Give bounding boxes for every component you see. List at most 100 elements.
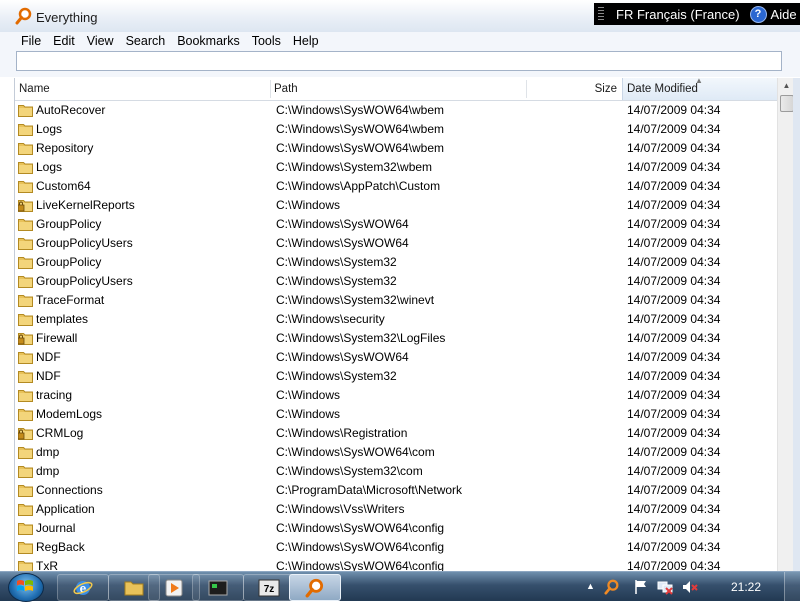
menu-file[interactable]: File: [15, 34, 47, 48]
taskbar-internet-explorer[interactable]: e: [57, 574, 109, 601]
table-row[interactable]: AutoRecover C:\Windows\SysWOW64\wbem 14/07…: [15, 101, 777, 120]
help-icon[interactable]: ?: [749, 5, 767, 23]
folder-icon: [18, 485, 33, 497]
cell-path: C:\Windows\AppPatch\Custom: [276, 179, 441, 193]
table-row[interactable]: tracing C:\Windows 14/07/2009 04:34: [15, 386, 777, 405]
cell-path: C:\Windows\SysWOW64: [276, 236, 409, 250]
folder-icon: [18, 276, 33, 288]
title-bar: Everything FR Français (France) ? Aide: [0, 0, 800, 33]
clock[interactable]: 21:22: [731, 580, 761, 594]
table-row[interactable]: templates C:\Windows\security 14/07/2009 0…: [15, 310, 777, 329]
tray-expand-icon[interactable]: ▲: [586, 581, 595, 591]
cell-path: C:\Windows: [276, 198, 341, 212]
cell-date-modified: 14/07/2009 04:34: [627, 141, 721, 155]
menu-bookmarks[interactable]: Bookmarks: [171, 34, 246, 48]
menu-search[interactable]: Search: [120, 34, 172, 48]
cell-date-modified: 14/07/2009 04:34: [627, 426, 721, 440]
language-bar[interactable]: FR Français (France) ? Aide: [594, 3, 800, 25]
column-header-path[interactable]: Path: [274, 78, 524, 100]
volume-muted-icon[interactable]: [682, 579, 698, 595]
cell-date-modified: 14/07/2009 04:34: [627, 483, 721, 497]
cell-path: C:\Windows\SysWOW64: [276, 217, 409, 231]
table-row[interactable]: Logs C:\Windows\SysWOW64\wbem 14/07/2009 0…: [15, 120, 777, 139]
table-row[interactable]: NDF C:\Windows\System32 14/07/2009 04:34: [15, 367, 777, 386]
cell-date-modified: 14/07/2009 04:34: [627, 274, 721, 288]
vertical-scrollbar[interactable]: ▲: [777, 78, 794, 571]
folder-icon: [18, 390, 33, 402]
cell-date-modified: 14/07/2009 04:34: [627, 198, 721, 212]
cell-path: C:\ProgramData\Microsoft\Network: [276, 483, 463, 497]
terminal-icon: [208, 580, 228, 595]
cell-date-modified: 14/07/2009 04:34: [627, 293, 721, 307]
cell-path: C:\Windows\System32: [276, 274, 397, 288]
cell-name: RegBack: [36, 540, 85, 554]
help-label[interactable]: Aide: [771, 7, 797, 22]
table-row[interactable]: Logs C:\Windows\System32\wbem 14/07/2009 0…: [15, 158, 777, 177]
language-bar-grip[interactable]: [598, 7, 604, 21]
locked-folder-icon: [18, 200, 33, 212]
column-header-size[interactable]: Size: [527, 78, 617, 100]
folder-icon: [18, 409, 33, 421]
folder-icon: [18, 447, 33, 459]
table-row[interactable]: LiveKernelReports C:\Windows 14/07/2009 04…: [15, 196, 777, 215]
cell-name: NDF: [36, 369, 61, 383]
folder-icon: [18, 542, 33, 554]
cell-path: C:\Windows\SysWOW64\config: [276, 540, 445, 554]
table-row[interactable]: GroupPolicy C:\Windows\System32 14/07/2009…: [15, 253, 777, 272]
table-row[interactable]: GroupPolicy C:\Windows\SysWOW64 14/07/2009…: [15, 215, 777, 234]
everything-tray-icon[interactable]: [604, 579, 620, 595]
table-row[interactable]: dmp C:\Windows\SysWOW64\com 14/07/2009 04:…: [15, 443, 777, 462]
menu-tools[interactable]: Tools: [246, 34, 287, 48]
scrollbar-thumb[interactable]: [780, 95, 794, 112]
column-divider[interactable]: [270, 80, 271, 98]
cell-date-modified: 14/07/2009 04:34: [627, 312, 721, 326]
language-selector[interactable]: FR Français (France): [616, 7, 740, 22]
taskbar-7zip[interactable]: 7z: [243, 574, 295, 601]
cell-date-modified: 14/07/2009 04:34: [627, 255, 721, 269]
folder-icon: [18, 314, 33, 326]
cell-name: Logs: [36, 122, 63, 136]
cell-date-modified: 14/07/2009 04:34: [627, 559, 721, 571]
cell-name: GroupPolicy: [36, 217, 102, 231]
table-row[interactable]: Journal C:\Windows\SysWOW64\config 14/07/2…: [15, 519, 777, 538]
show-desktop-button[interactable]: [784, 572, 800, 601]
table-row[interactable]: CRMLog C:\Windows\Registration 14/07/2009 …: [15, 424, 777, 443]
taskbar-everything[interactable]: [289, 574, 341, 601]
cell-name: templates: [36, 312, 89, 326]
folder-icon: [18, 143, 33, 155]
table-row[interactable]: TraceFormat C:\Windows\System32\winevt 14/…: [15, 291, 777, 310]
table-row[interactable]: Custom64 C:\Windows\AppPatch\Custom 14/07/…: [15, 177, 777, 196]
cell-date-modified: 14/07/2009 04:34: [627, 369, 721, 383]
windows-logo-icon: [17, 580, 33, 591]
table-row[interactable]: Firewall C:\Windows\System32\LogFiles 14/0…: [15, 329, 777, 348]
taskbar: e 7z ▲ 21:22: [0, 571, 800, 602]
menu-help[interactable]: Help: [287, 34, 325, 48]
folder-icon: [18, 371, 33, 383]
menu-view[interactable]: View: [81, 34, 120, 48]
scroll-up-arrow-icon[interactable]: ▲: [778, 78, 794, 94]
cell-path: C:\Windows\System32: [276, 255, 397, 269]
sort-ascending-icon: ▲: [695, 78, 703, 85]
cell-name: Logs: [36, 160, 63, 174]
table-row[interactable]: dmp C:\Windows\System32\com 14/07/2009 04:…: [15, 462, 777, 481]
cell-date-modified: 14/07/2009 04:34: [627, 236, 721, 250]
column-header-name[interactable]: Name: [19, 78, 269, 100]
table-row[interactable]: ModemLogs C:\Windows 14/07/2009 04:34: [15, 405, 777, 424]
search-input[interactable]: [16, 51, 782, 71]
menu-edit[interactable]: Edit: [47, 34, 81, 48]
cell-path: C:\Windows\System32\winevt: [276, 293, 435, 307]
network-icon[interactable]: [657, 579, 673, 595]
cell-name: GroupPolicyUsers: [36, 236, 133, 250]
cell-date-modified: 14/07/2009 04:34: [627, 160, 721, 174]
table-row[interactable]: RegBack C:\Windows\SysWOW64\config 14/07/2…: [15, 538, 777, 557]
table-row[interactable]: Application C:\Windows\Vss\Writers 14/07/2…: [15, 500, 777, 519]
table-row[interactable]: NDF C:\Windows\SysWOW64 14/07/2009 04:34: [15, 348, 777, 367]
table-row[interactable]: TxR C:\Windows\SysWOW64\config 14/07/2009 …: [15, 557, 777, 571]
table-row[interactable]: GroupPolicyUsers C:\Windows\System32 14/07…: [15, 272, 777, 291]
table-row[interactable]: Connections C:\ProgramData\Microsoft\Netw…: [15, 481, 777, 500]
table-row[interactable]: GroupPolicyUsers C:\Windows\SysWOW64 14/07…: [15, 234, 777, 253]
flag-icon[interactable]: [633, 579, 649, 595]
cell-name: Firewall: [36, 331, 78, 345]
taskbar-terminal[interactable]: [192, 574, 244, 601]
table-row[interactable]: Repository C:\Windows\SysWOW64\wbem 14/07/…: [15, 139, 777, 158]
